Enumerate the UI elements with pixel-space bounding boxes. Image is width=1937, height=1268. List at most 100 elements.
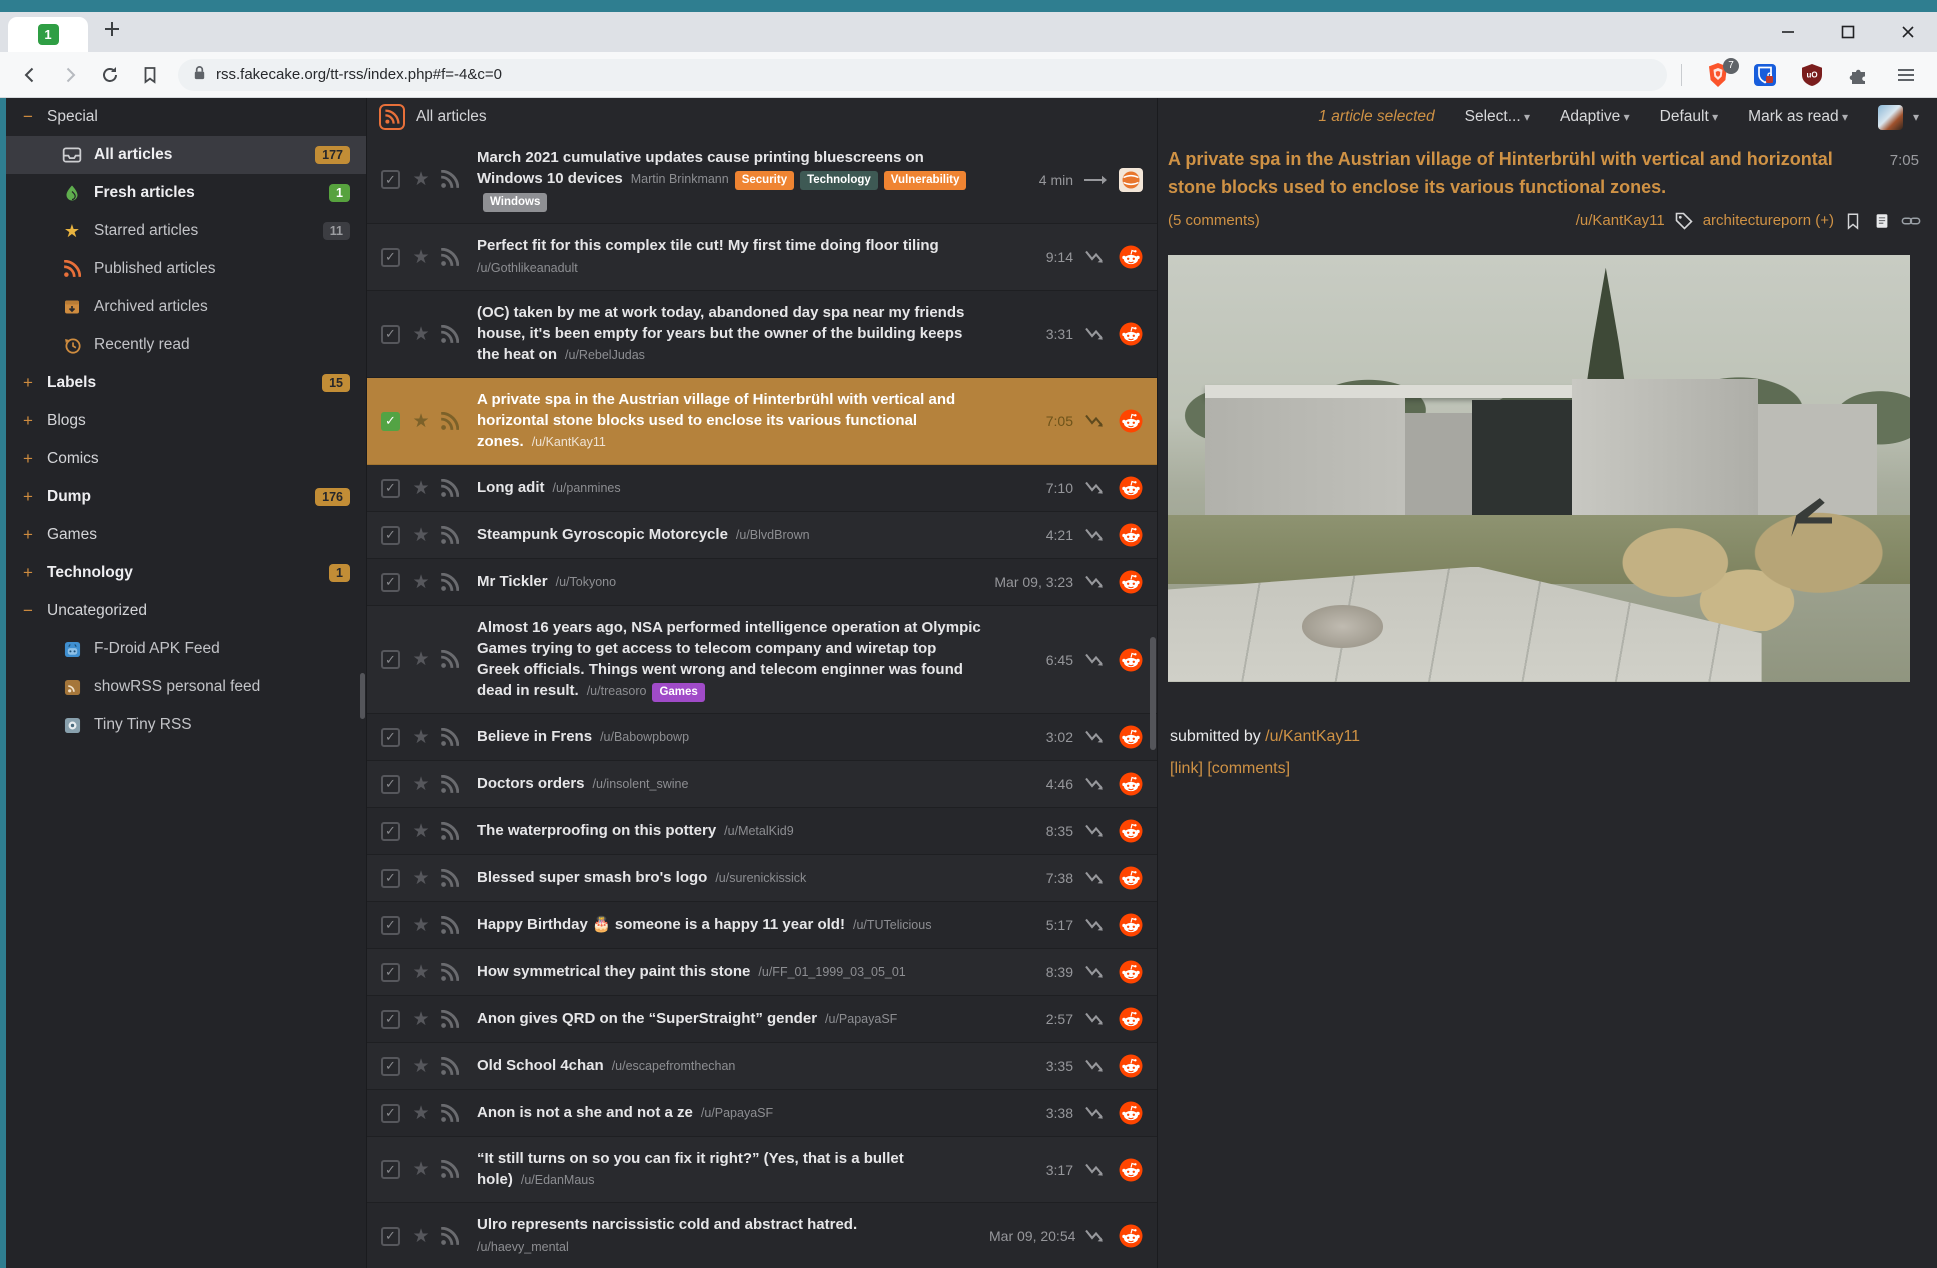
link-icon[interactable] <box>1901 211 1921 231</box>
article-row[interactable]: Mr Tickler/u/Tokyono Mar 09, 3:23 <box>367 559 1157 606</box>
minimize-button[interactable] <box>1777 21 1799 43</box>
ublock-icon[interactable]: uO <box>1799 62 1825 88</box>
row-checkbox[interactable] <box>381 728 400 747</box>
row-publish-icon[interactable] <box>440 1104 459 1123</box>
row-star-icon[interactable] <box>410 477 432 500</box>
article-row[interactable]: The waterproofing on this pottery/u/Meta… <box>367 808 1157 855</box>
row-checkbox[interactable] <box>381 822 400 841</box>
row-checkbox[interactable] <box>381 170 400 189</box>
sidebar-category-dump[interactable]: Dump 176 <box>6 478 366 516</box>
article-row[interactable]: (OC) taken by me at work today, abandone… <box>367 291 1157 378</box>
article-tag[interactable]: Technology <box>800 171 878 190</box>
row-title[interactable]: (OC) taken by me at work today, abandone… <box>477 304 964 363</box>
sort-order-dropdown[interactable]: Default <box>1660 108 1718 126</box>
article-row[interactable]: Steampunk Gyroscopic Motorcycle/u/BlvdBr… <box>367 512 1157 559</box>
sidebar-item-all-articles[interactable]: All articles 177 <box>6 136 366 174</box>
row-title[interactable]: Blessed super smash bro's logo <box>477 869 707 886</box>
sidebar-category-technology[interactable]: Technology 1 <box>6 554 366 592</box>
expand-icon[interactable] <box>17 563 39 583</box>
article-row[interactable]: “It still turns on so you can fix it rig… <box>367 1137 1157 1203</box>
row-publish-icon[interactable] <box>440 573 459 592</box>
profile-menu[interactable] <box>1878 105 1919 130</box>
article-row[interactable]: Almost 16 years ago, NSA performed intel… <box>367 606 1157 714</box>
row-publish-icon[interactable] <box>440 479 459 498</box>
row-publish-icon[interactable] <box>440 728 459 747</box>
collapse-icon[interactable] <box>17 601 39 621</box>
row-checkbox[interactable] <box>381 963 400 982</box>
row-author[interactable]: /u/EdanMaus <box>521 1173 595 1187</box>
row-publish-icon[interactable] <box>440 1057 459 1076</box>
row-publish-icon[interactable] <box>440 248 459 267</box>
row-star-icon[interactable] <box>410 571 432 594</box>
article-title[interactable]: A private spa in the Austrian village of… <box>1168 146 1921 202</box>
row-checkbox[interactable] <box>381 248 400 267</box>
url-bar[interactable]: rss.fakecake.org/tt-rss/index.php#f=-4&c… <box>178 59 1667 91</box>
comments-link[interactable]: (5 comments) <box>1168 212 1260 229</box>
article-row[interactable]: Ulro represents narcissistic cold and ab… <box>367 1203 1157 1268</box>
row-title[interactable]: Almost 16 years ago, NSA performed intel… <box>477 619 981 699</box>
article-row[interactable]: March 2021 cumulative updates cause prin… <box>367 136 1157 224</box>
sidebar-item-fresh-articles[interactable]: Fresh articles 1 <box>6 174 366 212</box>
row-checkbox[interactable] <box>381 775 400 794</box>
brave-shield-icon[interactable]: 7 <box>1705 62 1731 88</box>
row-checkbox[interactable] <box>381 1010 400 1029</box>
row-star-icon[interactable] <box>410 820 432 843</box>
sidebar-feed-showrss[interactable]: showRSS personal feed <box>6 668 366 706</box>
row-author[interactable]: /u/insolent_swine <box>593 777 689 791</box>
row-author[interactable]: /u/TUTelicious <box>853 918 932 932</box>
sidebar-item-starred-articles[interactable]: ★ Starred articles 11 <box>6 212 366 250</box>
expand-icon[interactable] <box>17 373 39 393</box>
article-row[interactable]: Doctors orders/u/insolent_swine 4:46 <box>367 761 1157 808</box>
row-star-icon[interactable] <box>410 323 432 346</box>
close-button[interactable] <box>1897 21 1919 43</box>
row-checkbox[interactable] <box>381 1104 400 1123</box>
article-row[interactable]: Blessed super smash bro's logo/u/surenic… <box>367 855 1157 902</box>
article-tag[interactable]: Windows <box>483 193 547 212</box>
row-author[interactable]: /u/FF_01_1999_03_05_01 <box>758 965 905 979</box>
row-title[interactable]: Old School 4chan <box>477 1057 604 1074</box>
row-checkbox[interactable] <box>381 869 400 888</box>
row-star-icon[interactable] <box>410 773 432 796</box>
bookmark-outline-icon[interactable] <box>1843 211 1863 231</box>
row-checkbox[interactable] <box>381 325 400 344</box>
article-row[interactable]: A private spa in the Austrian village of… <box>367 378 1157 465</box>
expand-icon[interactable] <box>17 487 39 507</box>
row-star-icon[interactable] <box>410 1008 432 1031</box>
sidebar-category-uncategorized[interactable]: Uncategorized <box>6 592 366 630</box>
row-publish-icon[interactable] <box>440 963 459 982</box>
maximize-button[interactable] <box>1837 21 1859 43</box>
sidebar-scrollbar-thumb[interactable] <box>360 673 365 719</box>
row-checkbox[interactable] <box>381 1057 400 1076</box>
sidebar-item-archived-articles[interactable]: Archived articles <box>6 288 366 326</box>
collapse-icon[interactable] <box>17 107 39 127</box>
row-publish-icon[interactable] <box>440 412 459 431</box>
row-publish-icon[interactable] <box>440 650 459 669</box>
row-author[interactable]: /u/Gothlikeanadult <box>477 258 981 279</box>
article-tag[interactable]: Games <box>652 683 704 702</box>
row-star-icon[interactable] <box>410 524 432 547</box>
row-checkbox[interactable] <box>381 1160 400 1179</box>
article-row[interactable]: Anon gives QRD on the “SuperStraight” ge… <box>367 996 1157 1043</box>
row-publish-icon[interactable] <box>440 170 459 189</box>
row-author[interactable]: /u/Babowpbowp <box>600 730 689 744</box>
sidebar-section-special[interactable]: Special <box>6 98 366 136</box>
row-title[interactable]: Long adit <box>477 479 545 496</box>
article-row[interactable]: Long adit/u/panmines 7:10 <box>367 465 1157 512</box>
article-tag[interactable]: Vulnerability <box>884 171 967 190</box>
row-author[interactable]: /u/KantKay11 <box>532 435 606 449</box>
reload-button[interactable] <box>90 57 130 93</box>
article-row[interactable]: Happy Birthday 🎂 someone is a happy 11 y… <box>367 902 1157 949</box>
bitwarden-icon[interactable] <box>1752 62 1778 88</box>
row-author[interactable]: /u/panmines <box>553 481 621 495</box>
row-author[interactable]: /u/MetalKid9 <box>724 824 793 838</box>
forward-button[interactable] <box>50 57 90 93</box>
article-row[interactable]: Believe in Frens/u/Babowpbowp 3:02 <box>367 714 1157 761</box>
sidebar-feed-fdroid[interactable]: F-Droid APK Feed <box>6 630 366 668</box>
back-button[interactable] <box>10 57 50 93</box>
row-star-icon[interactable] <box>410 961 432 984</box>
expand-icon[interactable] <box>17 449 39 469</box>
row-author[interactable]: /u/BlvdBrown <box>736 528 810 542</box>
row-star-icon[interactable] <box>410 1055 432 1078</box>
expand-icon[interactable] <box>17 525 39 545</box>
note-icon[interactable] <box>1872 211 1892 231</box>
